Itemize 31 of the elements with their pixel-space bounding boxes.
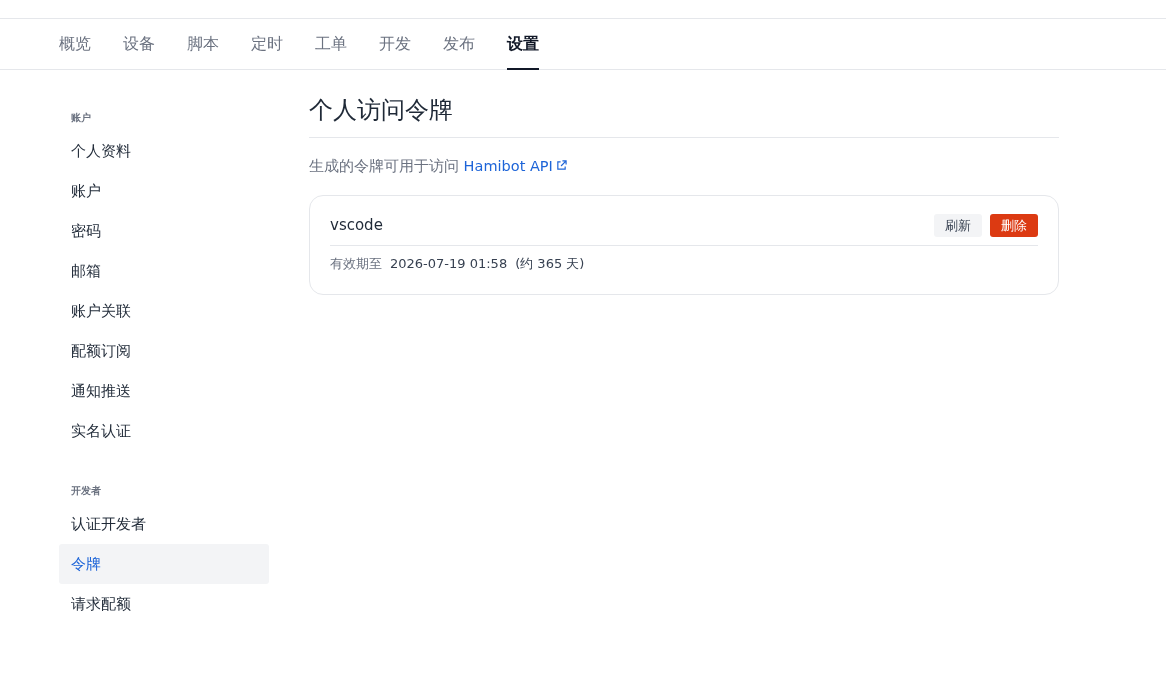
expiry-date: 2026-07-19 01:58 [390,255,508,274]
api-link[interactable]: Hamibot API [463,157,567,174]
sidebar-item[interactable]: 配额订阅 [59,331,269,371]
sidebar-item[interactable]: 认证开发者 [59,504,269,544]
nav-tab[interactable]: 设置 [507,19,539,70]
sidebar-item[interactable]: 密码 [59,211,269,251]
sidebar-item[interactable]: 实名认证 [59,411,269,451]
sidebar-item[interactable]: 邮箱 [59,251,269,291]
description-text: 生成的令牌可用于访问 [309,157,460,174]
expiry-label: 有效期至 [330,255,382,274]
sidebar-item[interactable]: 通知推送 [59,371,269,411]
sidebar-item[interactable]: 个人资料 [59,131,269,171]
sidebar-item[interactable]: 账户 [59,171,269,211]
sidebar-item[interactable]: 请求配额 [59,584,269,624]
token-button[interactable]: 刷新 [934,213,982,238]
nav-tab[interactable]: 开发 [379,19,411,70]
nav-tab[interactable]: 发布 [443,19,475,70]
sidebar-item[interactable]: 令牌 [59,544,269,584]
token-name: vscode [330,215,383,237]
nav-tab[interactable]: 工单 [315,19,347,70]
nav-tab[interactable]: 脚本 [187,19,219,70]
nav-tab[interactable]: 概览 [59,19,91,70]
sidebar-heading: 开发者 [70,484,102,498]
token-button[interactable]: 删除 [990,213,1038,238]
external-link-icon [555,159,567,171]
nav-tab[interactable]: 定时 [251,19,283,70]
sidebar-item[interactable]: 账户关联 [59,291,269,331]
remaining-days: (约 365 天) [515,254,585,274]
sidebar-heading: 账户 [70,111,92,125]
nav-tab[interactable]: 设备 [123,19,155,70]
page-title: 个人访问令牌 [309,96,1059,138]
